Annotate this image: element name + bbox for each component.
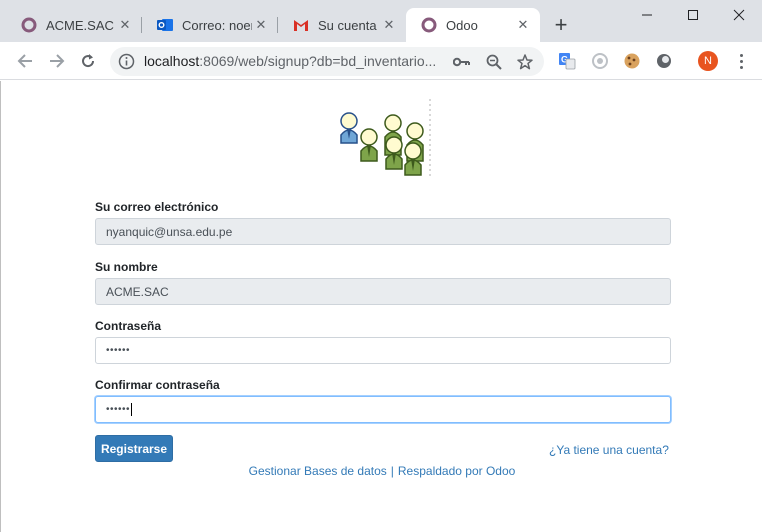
odoo-icon — [420, 16, 438, 34]
cookie-extension-icon[interactable] — [622, 51, 642, 71]
footer-separator: | — [390, 464, 394, 478]
register-button[interactable]: Registrarse — [95, 435, 173, 462]
browser-toolbar: localhost:8069/web/signup?db=bd_inventar… — [0, 42, 762, 80]
person-figure — [360, 128, 378, 162]
name-field[interactable]: ACME.SAC — [95, 278, 671, 305]
tab-title: Odoo — [446, 17, 478, 33]
translate-extension-icon[interactable]: G — [557, 51, 577, 71]
person-figure — [340, 112, 358, 144]
tab-title: Correo: noen — [182, 17, 252, 33]
login-link[interactable]: ¿Ya tiene una cuenta? — [549, 443, 669, 457]
url-text[interactable]: localhost:8069/web/signup?db=bd_inventar… — [144, 53, 438, 69]
odoo-icon — [20, 16, 38, 34]
reload-icon — [82, 54, 95, 68]
reload-button[interactable] — [75, 48, 101, 74]
close-window-button[interactable] — [716, 0, 762, 30]
tab-gmail[interactable]: Su cuenta de ✕ — [278, 8, 406, 42]
signup-page: Su correo electrónico nyanquic@unsa.edu.… — [0, 81, 762, 532]
kebab-menu-icon[interactable] — [731, 51, 751, 71]
confirm-password-label: Confirmar contraseña — [95, 378, 220, 392]
confirm-password-field[interactable]: •••••• — [95, 396, 671, 423]
tab-title: Su cuenta de — [318, 17, 380, 33]
manage-databases-link[interactable]: Gestionar Bases de datos — [249, 464, 387, 478]
extension-circle-icon[interactable] — [654, 51, 674, 71]
zoom-icon[interactable] — [484, 52, 504, 72]
page-footer: Gestionar Bases de datos | Respaldado por … — [1, 464, 762, 478]
key-icon[interactable] — [452, 52, 472, 72]
gmail-icon — [292, 16, 310, 34]
maximize-button[interactable] — [670, 0, 716, 30]
tab-strip: ACME.SAC - ✕ Correo: noen ✕ Su cuenta de… — [0, 0, 762, 42]
profile-avatar[interactable]: N — [698, 51, 718, 71]
back-button[interactable] — [12, 48, 38, 74]
url-host: localhost — [144, 53, 200, 69]
arrow-left-icon — [17, 54, 32, 68]
password-field[interactable]: •••••• — [95, 337, 671, 364]
text-caret — [131, 403, 133, 416]
close-icon[interactable]: ✕ — [252, 16, 270, 34]
extension-gauge-icon[interactable] — [590, 51, 610, 71]
url-path: :8069/web/signup?db=bd_inventario... — [199, 53, 437, 69]
close-icon[interactable]: ✕ — [116, 16, 134, 34]
arrow-right-icon — [50, 54, 65, 68]
password-label: Contraseña — [95, 319, 162, 333]
info-icon[interactable] — [118, 53, 135, 70]
close-icon[interactable]: ✕ — [380, 16, 398, 34]
tab-acme[interactable]: ACME.SAC - ✕ — [6, 8, 142, 42]
forward-button[interactable] — [44, 48, 70, 74]
confirm-password-value: •••••• — [106, 404, 131, 415]
powered-by-odoo-link[interactable]: Respaldado por Odoo — [398, 464, 515, 478]
tab-title: ACME.SAC - — [46, 17, 116, 33]
tab-odoo-active[interactable]: Odoo ✕ — [406, 8, 540, 42]
close-icon[interactable]: ✕ — [514, 16, 532, 34]
name-label: Su nombre — [95, 260, 158, 274]
tab-correo[interactable]: Correo: noen ✕ — [142, 8, 278, 42]
new-tab-button[interactable]: + — [549, 14, 573, 38]
company-logo — [339, 99, 431, 179]
outlook-icon — [156, 16, 174, 34]
minimize-button[interactable] — [624, 0, 670, 30]
email-label: Su correo electrónico — [95, 200, 219, 214]
email-field[interactable]: nyanquic@unsa.edu.pe — [95, 218, 671, 245]
star-icon[interactable] — [515, 52, 535, 72]
address-bar[interactable]: localhost:8069/web/signup?db=bd_inventar… — [110, 47, 544, 76]
